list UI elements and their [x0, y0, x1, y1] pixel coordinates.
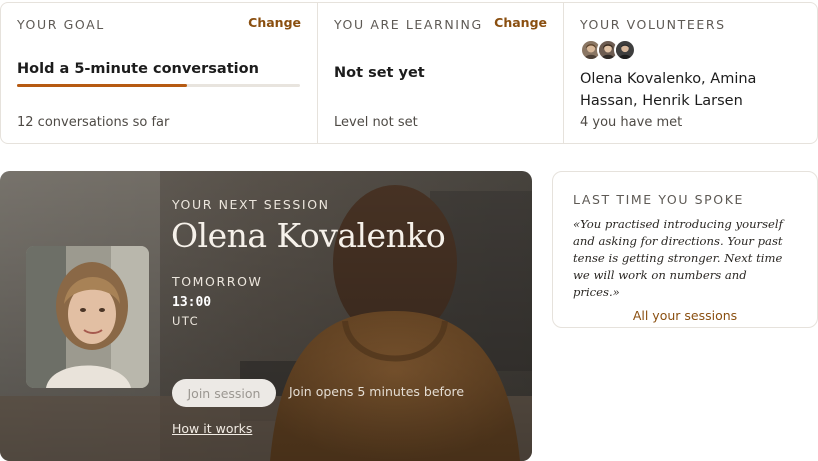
session-day: TOMORROW [172, 274, 263, 289]
volunteer-name: Olena Kovalenko [171, 216, 446, 255]
goal-progress-bar [17, 84, 300, 87]
all-sessions-link[interactable]: All your sessions [573, 308, 797, 323]
join-session-button[interactable]: Join session [172, 379, 276, 407]
volunteer-portrait [26, 246, 149, 388]
how-it-works-link[interactable]: How it works [172, 421, 252, 436]
goal-progress-fill [17, 84, 187, 87]
learning-title: Not set yet [334, 65, 425, 81]
avatar [614, 39, 636, 61]
goal-subtitle: 12 conversations so far [17, 115, 170, 130]
goal-card: YOUR GOAL Change Hold a 5-minute convers… [1, 3, 317, 143]
next-session-card: YOUR NEXT SESSION Olena Kovalenko TOMORR… [0, 171, 532, 461]
goal-change-link[interactable]: Change [248, 15, 301, 30]
volunteers-label: YOUR VOLUNTEERS [580, 17, 726, 32]
learning-change-link[interactable]: Change [494, 15, 547, 30]
join-note: Join opens 5 minutes before [289, 384, 465, 399]
last-session-quote: «You practised introducing yourself and … [573, 217, 783, 299]
volunteers-subtitle: 4 you have met [580, 115, 683, 130]
learning-card: YOU ARE LEARNING Change Not set yet Leve… [317, 3, 563, 143]
next-session-label: YOUR NEXT SESSION [172, 197, 330, 212]
session-time: 13:00 [172, 295, 212, 310]
learning-subtitle: Level not set [334, 115, 418, 130]
volunteer-names: Olena Kovalenko, Amina Hassan, Henrik La… [580, 71, 757, 109]
last-session-label: LAST TIME YOU SPOKE [573, 192, 745, 207]
volunteer-avatars [580, 39, 801, 61]
stats-panel: YOUR GOAL Change Hold a 5-minute convers… [0, 2, 818, 144]
session-timezone: UTC [172, 314, 199, 328]
last-session-card: LAST TIME YOU SPOKE «You practised intro… [552, 171, 818, 328]
goal-title: Hold a 5-minute conversation [17, 61, 259, 77]
volunteers-card: YOUR VOLUNTEERS Olena Kovalenko, Amina H… [563, 3, 817, 143]
